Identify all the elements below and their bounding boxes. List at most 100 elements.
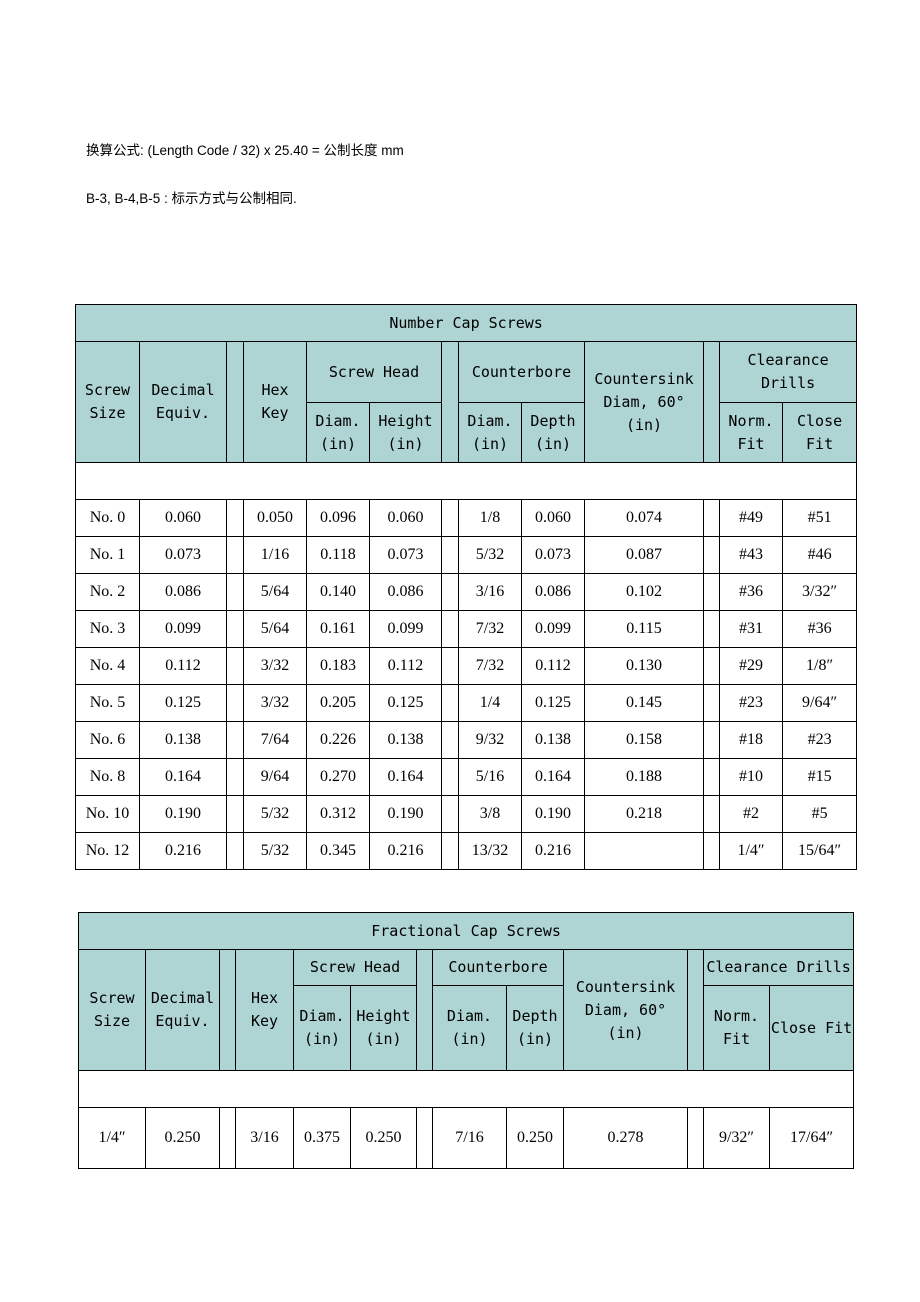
cell-cb-depth: 0.125	[521, 684, 585, 722]
cell-norm-fit: #2	[719, 795, 783, 833]
col-decimal-equiv: Decimal Equiv.	[145, 949, 220, 1071]
cell-norm-fit: #29	[719, 647, 783, 685]
spacer-column	[441, 499, 459, 537]
cell-head-height: 0.250	[350, 1107, 417, 1169]
cell-screw-size: No. 8	[75, 758, 140, 796]
col-decimal-equiv: Decimal Equiv.	[139, 341, 227, 463]
spacer-column	[226, 573, 244, 611]
col-cb-depth: Depth (in)	[506, 985, 564, 1071]
spacer-column	[441, 536, 459, 574]
cell-head-diam: 0.312	[306, 795, 370, 833]
cell-decimal-equiv: 0.112	[139, 647, 227, 685]
spacer-column	[687, 949, 704, 1071]
cell-head-height: 0.190	[369, 795, 442, 833]
cell-decimal-equiv: 0.216	[139, 832, 227, 870]
spacer-column	[226, 721, 244, 759]
table-body: 1/4″ 0.250 3/16 0.375 0.250 7/16 0.250 0.278 9/3…	[78, 1107, 855, 1169]
cell-head-height: 0.099	[369, 610, 442, 648]
cell-decimal-equiv: 0.164	[139, 758, 227, 796]
conversion-formula-note: 换算公式: (Length Code / 32) x 25.40 = 公制长度 …	[86, 143, 404, 158]
table-body: No. 0 0.060 0.050 0.096 0.060 1/8 0.060 0.074 #4…	[75, 499, 858, 870]
cell-countersink: 0.102	[584, 573, 704, 611]
spacer-column	[703, 684, 720, 722]
cell-cb-depth: 0.250	[506, 1107, 564, 1169]
spacer-column	[441, 758, 459, 796]
col-group-counterbore: Counterbore	[458, 341, 585, 403]
table-title: Number Cap Screws	[74, 304, 858, 342]
cell-head-diam: 0.345	[306, 832, 370, 870]
spacer-column	[226, 647, 244, 685]
cell-head-diam: 0.226	[306, 721, 370, 759]
cell-countersink: 0.188	[584, 758, 704, 796]
col-cb-diam: Diam. (in)	[458, 402, 522, 463]
cell-close-fit: #36	[781, 610, 858, 648]
spacer-column	[441, 610, 459, 648]
spacer-column	[416, 1107, 433, 1169]
spacer-column	[703, 499, 720, 537]
spacer-column	[219, 1107, 236, 1169]
cell-countersink: 0.145	[584, 684, 704, 722]
cell-close-fit: #5	[781, 795, 858, 833]
cell-hex-key: 5/64	[243, 573, 307, 611]
cell-screw-size: No. 10	[75, 795, 140, 833]
col-group-screw-head: Screw Head	[293, 949, 417, 986]
fractional-cap-screws-table: Fractional Cap Screws Screw Size Decimal…	[77, 912, 855, 1169]
cell-hex-key: 3/16	[235, 1107, 294, 1169]
cell-cb-diam: 3/16	[458, 573, 522, 611]
col-countersink: Countersink Diam, 60° (in)	[563, 949, 688, 1071]
cell-head-height: 0.138	[369, 721, 442, 759]
col-head-height: Height (in)	[369, 402, 442, 463]
col-screw-size: Screw Size	[78, 949, 146, 1071]
spacer-column	[703, 341, 720, 463]
cell-head-height: 0.112	[369, 647, 442, 685]
cell-close-fit: #51	[781, 499, 858, 537]
cell-cb-depth: 0.099	[521, 610, 585, 648]
cell-cb-diam: 5/16	[458, 758, 522, 796]
col-head-diam: Diam. (in)	[293, 985, 351, 1071]
cell-head-diam: 0.161	[306, 610, 370, 648]
cell-cb-diam: 7/32	[458, 610, 522, 648]
cell-head-height: 0.086	[369, 573, 442, 611]
cell-norm-fit: #31	[719, 610, 783, 648]
cell-norm-fit: #10	[719, 758, 783, 796]
cell-countersink: 0.115	[584, 610, 704, 648]
cell-close-fit: 1/8″	[781, 647, 858, 685]
table-row: 1/4″ 0.250 3/16 0.375 0.250 7/16 0.250 0.278 9/3…	[78, 1107, 855, 1169]
cell-head-height: 0.216	[369, 832, 442, 870]
spacer-column	[441, 573, 459, 611]
col-countersink: Countersink Diam, 60° (in)	[584, 341, 704, 463]
cell-close-fit: #46	[781, 536, 858, 574]
col-head-height: Height (in)	[350, 985, 417, 1071]
cell-head-height: 0.073	[369, 536, 442, 574]
cell-screw-size: 1/4″	[78, 1107, 146, 1169]
col-cb-diam: Diam. (in)	[432, 985, 507, 1071]
cell-norm-fit: #43	[719, 536, 783, 574]
spacer-column	[687, 1107, 704, 1169]
col-group-counterbore: Counterbore	[432, 949, 564, 986]
table-row: No. 8 0.164 9/64 0.270 0.164 5/16 0.164 0.188 #1…	[75, 758, 858, 796]
cell-cb-diam: 7/32	[458, 647, 522, 685]
cell-norm-fit: #23	[719, 684, 783, 722]
cell-norm-fit: #18	[719, 721, 783, 759]
cell-countersink	[584, 832, 704, 870]
cell-decimal-equiv: 0.138	[139, 721, 227, 759]
cell-close-fit: 9/64″	[781, 684, 858, 722]
table-row: No. 12 0.216 5/32 0.345 0.216 13/32 0.216 1/4″ 1…	[75, 832, 858, 870]
cell-cb-depth: 0.112	[521, 647, 585, 685]
table-row: No. 4 0.112 3/32 0.183 0.112 7/32 0.112 0.130 #2…	[75, 647, 858, 685]
cell-cb-depth: 0.138	[521, 721, 585, 759]
cell-hex-key: 5/32	[243, 832, 307, 870]
cell-cb-depth: 0.086	[521, 573, 585, 611]
spacer-column	[703, 647, 720, 685]
col-close-fit: Close Fit	[781, 402, 858, 463]
table-title: Fractional Cap Screws	[77, 912, 855, 950]
cell-hex-key: 0.050	[243, 499, 307, 537]
cell-hex-key: 3/32	[243, 647, 307, 685]
spacer-column	[226, 832, 244, 870]
table-row: No. 0 0.060 0.050 0.096 0.060 1/8 0.060 0.074 #4…	[75, 499, 858, 537]
cell-head-diam: 0.096	[306, 499, 370, 537]
cell-cb-diam: 1/8	[458, 499, 522, 537]
cell-decimal-equiv: 0.099	[139, 610, 227, 648]
spacer-column	[703, 832, 720, 870]
cell-decimal-equiv: 0.073	[139, 536, 227, 574]
